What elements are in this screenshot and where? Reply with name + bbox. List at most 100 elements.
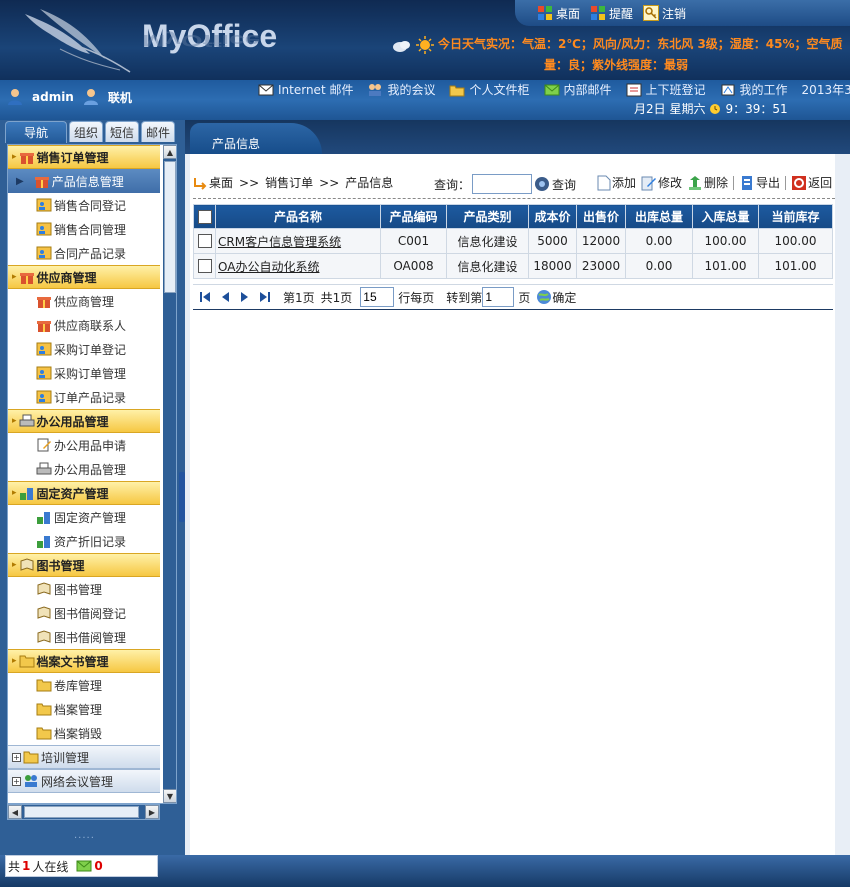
menu-item-archive-destroy[interactable]: 档案销毁 bbox=[8, 721, 160, 745]
table-row[interactable]: OA办公自动化系统 OA008 信息化建设 18000 23000 0.00 1… bbox=[193, 253, 833, 279]
add-button-label: 添加 bbox=[612, 176, 637, 190]
file-cabinet-link[interactable]: 个人文件柜 bbox=[449, 81, 530, 98]
scroll-thumb[interactable] bbox=[164, 161, 176, 293]
menu-item-sales-contract-register[interactable]: 销售合同登记 bbox=[8, 193, 160, 217]
menu-group-web-meeting[interactable]: + 网络会议管理 bbox=[8, 769, 160, 793]
scroll-left-icon[interactable]: ◀ bbox=[8, 805, 22, 819]
menu-group-office-supplies[interactable]: ▸ 办公用品管理 bbox=[8, 409, 160, 433]
menu-item-volume-manage[interactable]: 卷库管理 bbox=[8, 673, 160, 697]
query-input[interactable] bbox=[472, 174, 533, 194]
collapse-arrow-icon: ▸ bbox=[12, 656, 17, 666]
col-sale-price[interactable]: 出售价 bbox=[576, 204, 626, 229]
online-status[interactable]: 共 1 人在线 0 bbox=[5, 855, 158, 877]
add-button[interactable]: 添加 bbox=[597, 174, 636, 191]
edit-button[interactable]: 修改 bbox=[641, 174, 682, 191]
menu-item-purchase-manage[interactable]: 采购订单管理 bbox=[8, 361, 160, 385]
gift-icon bbox=[37, 297, 51, 308]
menu-item-book-borrow-manage[interactable]: 图书借阅管理 bbox=[8, 625, 160, 649]
menu-group-archives[interactable]: ▸ 档案文书管理 bbox=[8, 649, 160, 673]
per-page-input[interactable] bbox=[360, 287, 395, 307]
tab-navigation[interactable]: 导航 bbox=[5, 121, 67, 143]
weather-line-2: 量：良；紫外线强度：最弱 bbox=[544, 58, 689, 72]
menu-group-fixed-assets[interactable]: ▸ 固定资产管理 bbox=[8, 481, 160, 505]
goto-page-input[interactable] bbox=[482, 287, 515, 307]
internal-mail-link[interactable]: 内部邮件 bbox=[544, 81, 612, 98]
my-meeting-link[interactable]: 我的会议 bbox=[367, 81, 435, 98]
query-button[interactable]: 查询 bbox=[552, 176, 576, 193]
divider bbox=[193, 198, 835, 199]
menu-item-product-info[interactable]: ▶ 产品信息管理 bbox=[8, 169, 160, 193]
next-page-icon[interactable] bbox=[239, 291, 251, 303]
col-product-name[interactable]: 产品名称 bbox=[215, 204, 381, 229]
col-current-stock[interactable]: 当前库存 bbox=[758, 204, 833, 229]
username: admin bbox=[32, 90, 74, 104]
tab-product-info[interactable]: 产品信息 bbox=[190, 123, 322, 154]
menu-group-books[interactable]: ▸ 图书管理 bbox=[8, 553, 160, 577]
last-page-icon[interactable] bbox=[259, 291, 271, 303]
my-work-link[interactable]: 我的工作 bbox=[720, 81, 788, 98]
menu-group-training[interactable]: + 培训管理 bbox=[8, 745, 160, 769]
reminder-link[interactable]: 提醒 bbox=[590, 5, 633, 22]
nav-menu: ▸ 销售订单管理 ▶ 产品信息管理 销售合同登记 销售合同管理 合同产品记录 ▸… bbox=[7, 144, 177, 804]
menu-item-book-manage[interactable]: 图书管理 bbox=[8, 577, 160, 601]
col-cost-price[interactable]: 成本价 bbox=[528, 204, 577, 229]
internet-mail-link[interactable]: Internet 邮件 bbox=[258, 81, 353, 98]
select-all-checkbox[interactable] bbox=[197, 209, 212, 224]
row-checkbox[interactable] bbox=[197, 234, 212, 249]
menu-group-label: 网络会议管理 bbox=[41, 774, 114, 789]
menu-item-supplier-manage[interactable]: 供应商管理 bbox=[8, 289, 160, 313]
menu-item-supplies-manage[interactable]: 办公用品管理 bbox=[8, 457, 160, 481]
clock-icon bbox=[710, 103, 721, 114]
menu-group-label: 档案文书管理 bbox=[36, 654, 109, 669]
menu-group-sales-orders[interactable]: ▸ 销售订单管理 bbox=[8, 145, 160, 169]
col-outbound-total[interactable]: 出库总量 bbox=[625, 204, 693, 229]
breadcrumb-desktop[interactable]: 桌面 bbox=[209, 174, 233, 191]
resize-grip[interactable]: ····· bbox=[74, 833, 95, 844]
user-status[interactable]: 联机 bbox=[108, 89, 132, 106]
tab-sms[interactable]: 短信 bbox=[105, 121, 140, 142]
product-name-link[interactable]: OA办公自动化系统 bbox=[218, 260, 319, 274]
export-button[interactable]: 导出 bbox=[739, 174, 780, 191]
menu-item-asset-depreciation[interactable]: 资产折旧记录 bbox=[8, 529, 160, 553]
prev-page-icon[interactable] bbox=[219, 291, 231, 303]
menu-group-suppliers[interactable]: ▸ 供应商管理 bbox=[8, 265, 160, 289]
attendance-link[interactable]: 上下班登记 bbox=[626, 81, 706, 98]
menu-item-contract-products[interactable]: 合同产品记录 bbox=[8, 241, 160, 265]
mail-count[interactable]: 0 bbox=[94, 859, 102, 873]
col-inbound-total[interactable]: 入库总量 bbox=[692, 204, 759, 229]
menu-item-sales-contract-manage[interactable]: 销售合同管理 bbox=[8, 217, 160, 241]
tab-mail[interactable]: 邮件 bbox=[141, 121, 176, 142]
my-meeting-label: 我的会议 bbox=[387, 83, 436, 97]
menu-item-supplier-contacts[interactable]: 供应商联系人 bbox=[8, 313, 160, 337]
delete-button[interactable]: 删除 bbox=[687, 174, 728, 191]
first-page-icon[interactable] bbox=[199, 291, 211, 303]
collapse-arrow-icon: ▸ bbox=[12, 560, 17, 570]
collapse-arrow-icon: ▸ bbox=[12, 152, 17, 162]
menu-item-archive-manage[interactable]: 档案管理 bbox=[8, 697, 160, 721]
menu-horizontal-scrollbar[interactable]: ◀ ▶ bbox=[7, 804, 160, 820]
gift-icon bbox=[19, 153, 34, 164]
goto-confirm-button[interactable]: 确定 bbox=[552, 289, 576, 306]
col-product-code[interactable]: 产品编码 bbox=[380, 204, 447, 229]
desktop-link[interactable]: 桌面 bbox=[537, 5, 580, 22]
scroll-up-icon[interactable]: ▲ bbox=[163, 145, 176, 159]
scroll-thumb[interactable] bbox=[24, 806, 139, 818]
menu-item-supplies-apply[interactable]: 办公用品申请 bbox=[8, 433, 160, 457]
scroll-down-icon[interactable]: ▼ bbox=[163, 789, 176, 803]
logout-link[interactable]: 注销 bbox=[643, 5, 686, 22]
product-name-link[interactable]: CRM客户信息管理系统 bbox=[218, 235, 341, 249]
tab-organization[interactable]: 组织 bbox=[69, 121, 104, 142]
breadcrumb-sales-order[interactable]: 销售订单 bbox=[265, 174, 313, 191]
row-checkbox[interactable] bbox=[197, 259, 212, 274]
menu-item-asset-manage[interactable]: 固定资产管理 bbox=[8, 505, 160, 529]
table-row[interactable]: CRM客户信息管理系统 C001 信息化建设 5000 12000 0.00 1… bbox=[193, 228, 833, 254]
menu-item-book-borrow-register[interactable]: 图书借阅登记 bbox=[8, 601, 160, 625]
online-prefix: 共 bbox=[8, 859, 21, 874]
menu-item-order-products[interactable]: 订单产品记录 bbox=[8, 385, 160, 409]
back-button[interactable]: 返回 bbox=[791, 174, 832, 191]
menu-item-purchase-register[interactable]: 采购订单登记 bbox=[8, 337, 160, 361]
menu-vertical-scrollbar[interactable]: ▲ ▼ bbox=[163, 145, 176, 803]
col-product-category[interactable]: 产品类别 bbox=[446, 204, 529, 229]
scroll-right-icon[interactable]: ▶ bbox=[145, 805, 159, 819]
header: MyOffice MyOffice 桌面 提醒 注销 今日天气实况：气温：2℃；… bbox=[0, 0, 850, 80]
